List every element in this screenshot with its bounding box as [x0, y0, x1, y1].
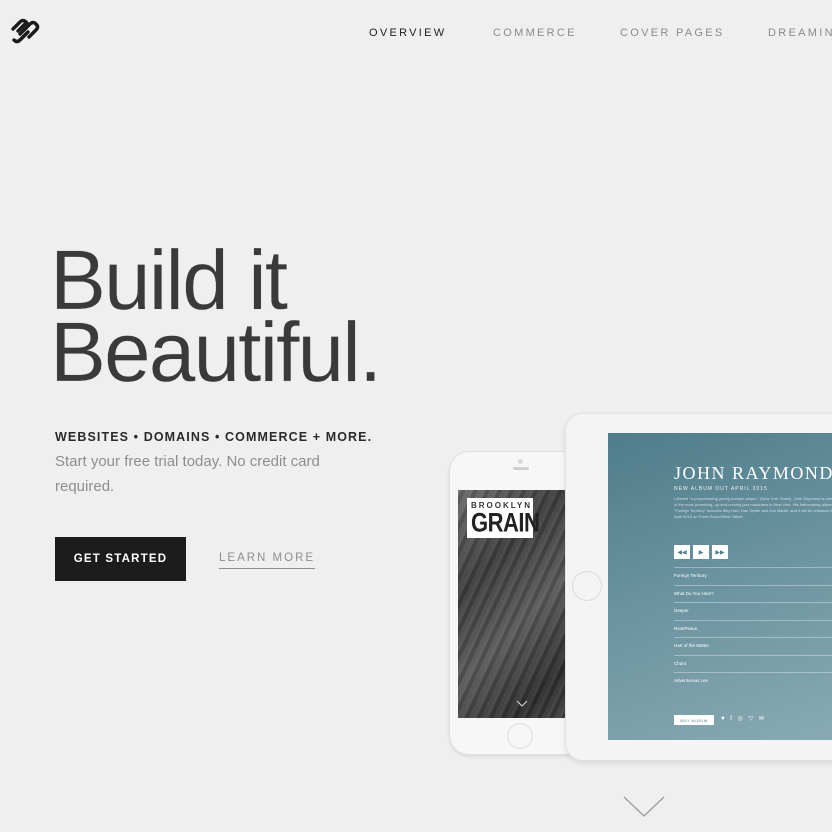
- top-nav: OVERVIEW COMMERCE COVER PAGES DREAMING: [0, 27, 832, 43]
- nav-item-dreaming[interactable]: DREAMING: [768, 27, 832, 39]
- phone-camera: [518, 459, 523, 464]
- forward-icon: ▶▶: [712, 545, 728, 559]
- list-item: Chant: [674, 654, 832, 673]
- hero-subtext: Start your free trial today. No credit c…: [55, 453, 320, 495]
- rewind-icon: ◀◀: [674, 545, 690, 559]
- buy-album-button: BUY ALBUM: [674, 715, 714, 725]
- nav-item-overview[interactable]: OVERVIEW: [369, 27, 447, 39]
- brand-big-text: GRAIN: [471, 507, 540, 538]
- hero-tagline: WEBSITES • DOMAINS • COMMERCE + MORE.: [55, 430, 373, 444]
- tablet-mockup: JOHN RAYMOND NEW ALBUM OUT APRIL 2015 La…: [565, 413, 832, 761]
- tablet-home-button: [572, 571, 602, 601]
- nav-item-commerce[interactable]: COMMERCE: [493, 27, 577, 39]
- list-item: What Do You Hear?: [674, 584, 832, 603]
- hero-title-line2: Beautiful.: [50, 305, 383, 399]
- list-item: Hart of the Matter: [674, 637, 832, 655]
- hero-title: Build it Beautiful.: [50, 238, 383, 399]
- album-title: JOHN RAYMOND: [674, 463, 832, 483]
- track-list: Foreign Territory What Do You Hear? Deep…: [674, 567, 832, 690]
- phone-home-button: [507, 723, 533, 749]
- social-icons: ♥ f ◎ ▽ ✉: [721, 716, 766, 722]
- nav-item-cover-pages[interactable]: COVER PAGES: [620, 27, 725, 39]
- list-item: Deeper: [674, 602, 832, 620]
- scroll-down-chevron-icon[interactable]: [622, 795, 666, 819]
- player-controls: ◀◀ ▶ ▶▶: [674, 545, 728, 559]
- get-started-button[interactable]: GET STARTED: [55, 537, 186, 581]
- brooklyn-grain-logo: BROOKLYN GRAIN: [467, 498, 540, 538]
- tablet-screen: JOHN RAYMOND NEW ALBUM OUT APRIL 2015 La…: [608, 433, 832, 740]
- list-item: Rest/Peace: [674, 619, 832, 638]
- album-description: Labeled "a preposessing young trumpet pl…: [674, 496, 832, 519]
- phone-speaker: [513, 467, 529, 470]
- list-item: Foreign Territory: [674, 567, 832, 585]
- play-icon: ▶: [693, 545, 709, 559]
- list-item: Adventurous Lee: [674, 672, 832, 690]
- album-subtitle: NEW ALBUM OUT APRIL 2015: [674, 486, 768, 492]
- learn-more-link[interactable]: LEARN MORE: [219, 552, 316, 569]
- chevron-down-icon: [516, 700, 528, 707]
